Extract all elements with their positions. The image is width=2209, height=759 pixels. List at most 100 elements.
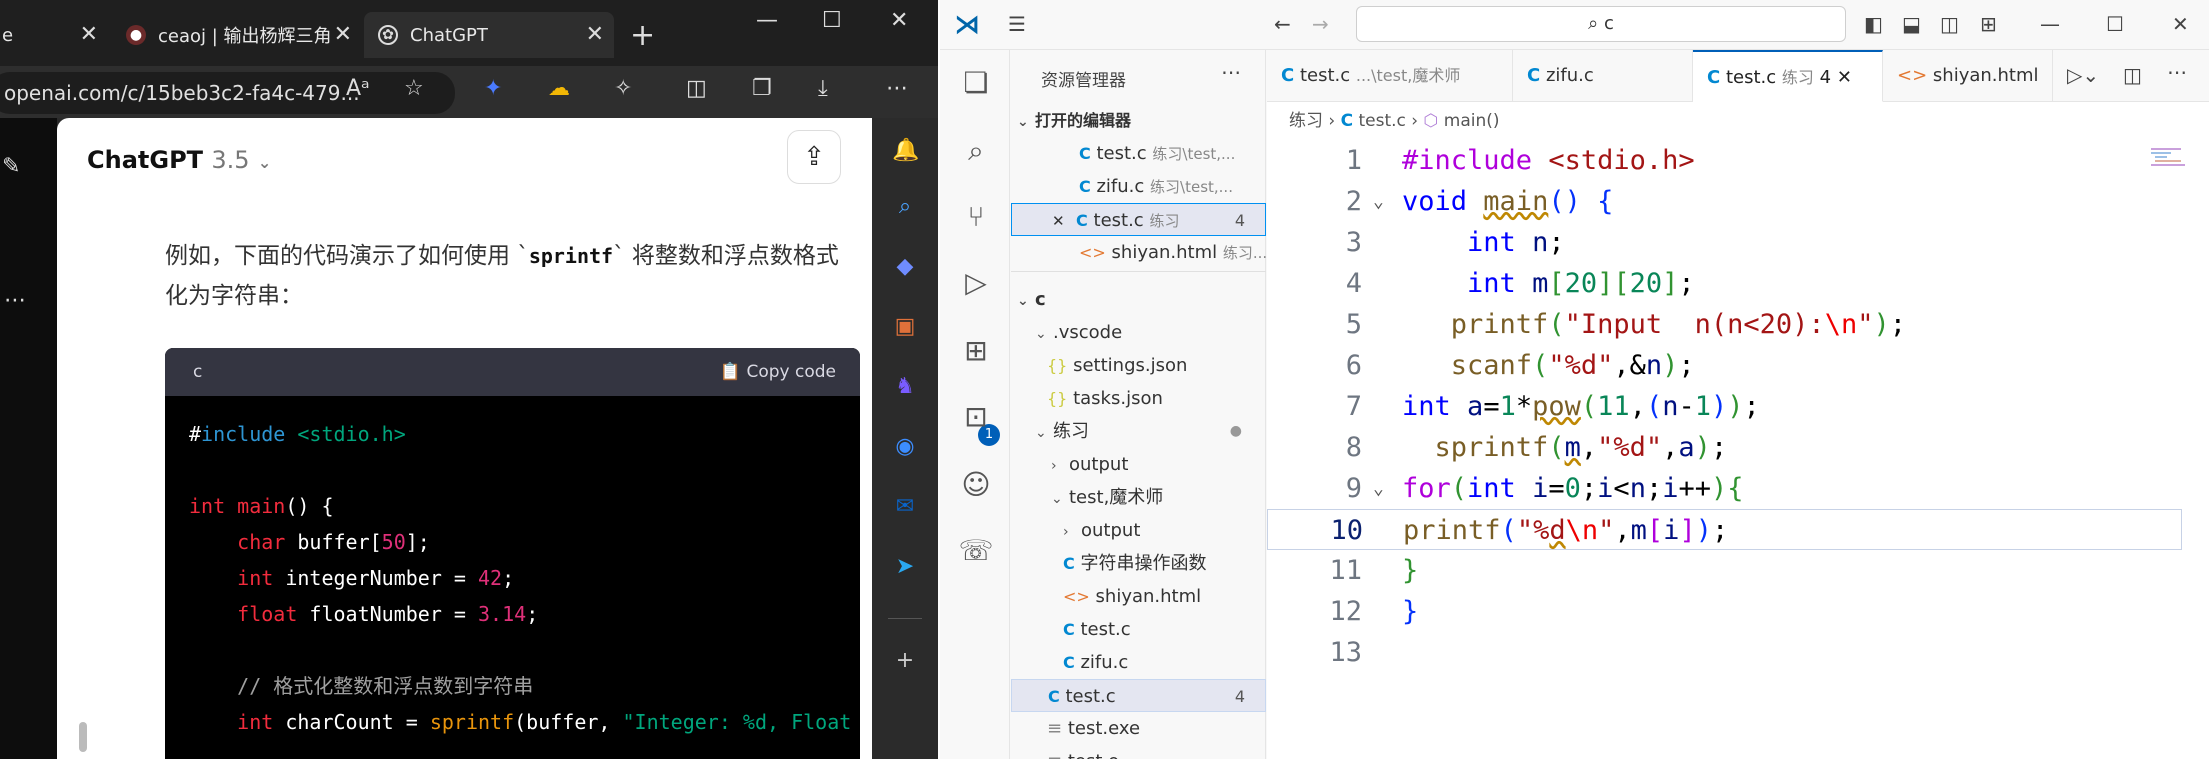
command-search-input[interactable]: ⌕ c bbox=[1356, 6, 1846, 42]
open-editors-header[interactable]: ⌄ 打开的编辑器 bbox=[1011, 104, 1266, 137]
open-editor-item-active[interactable]: ✕ C test.c 练习 4 bbox=[1011, 203, 1266, 236]
c-file-icon: C bbox=[1079, 144, 1091, 163]
tree-folder[interactable]: ⌄ .vscode bbox=[1011, 316, 1266, 349]
model-selector[interactable]: ChatGPT 3.5 ⌄ bbox=[87, 146, 271, 174]
code-language: c bbox=[193, 362, 203, 382]
code-editor[interactable]: 1 #include <stdio.h> 2 ⌄ void main() { 3 in… bbox=[1267, 140, 2209, 759]
send-icon[interactable]: ➤ bbox=[892, 554, 918, 580]
close-icon[interactable]: ✕ bbox=[1837, 67, 1852, 88]
close-icon[interactable]: ✕ bbox=[1052, 212, 1065, 230]
search-icon[interactable]: ⌕ bbox=[958, 134, 994, 170]
forward-arrow-icon[interactable]: → bbox=[1312, 12, 1329, 36]
tag-icon[interactable]: ◆ bbox=[892, 254, 918, 280]
collections-icon[interactable]: ❐ bbox=[752, 76, 772, 101]
browser-tab-1[interactable]: e ✕ bbox=[0, 12, 108, 58]
explorer-icon[interactable]: ❏ bbox=[958, 66, 994, 102]
tree-file-selected[interactable]: C test.c 4 bbox=[1011, 679, 1266, 712]
extensions-puzzle-icon[interactable]: ✧ bbox=[614, 76, 632, 101]
customize-layout-icon[interactable]: ⊞ bbox=[1980, 12, 1997, 36]
search-icon[interactable]: ⌕ bbox=[892, 194, 918, 220]
extension-bird-icon[interactable]: ✦ bbox=[484, 76, 502, 101]
fold-chevron-icon[interactable]: ⌄ bbox=[1373, 468, 1384, 509]
breadcrumb-folder[interactable]: 练习 bbox=[1289, 111, 1323, 131]
bell-icon[interactable]: 🔔 bbox=[892, 138, 919, 164]
maximize-icon[interactable]: ☐ bbox=[822, 8, 842, 33]
breadcrumb-symbol[interactable]: main() bbox=[1444, 111, 1500, 131]
extensions-icon[interactable]: ⊞ bbox=[958, 334, 994, 370]
url-input[interactable]: openai.com/c/15beb3c2-fa4c-479... bbox=[0, 72, 455, 114]
chatgpt-favicon-icon: ✿ bbox=[378, 25, 398, 45]
tree-file[interactable]: {} tasks.json bbox=[1011, 382, 1266, 415]
chat-icon[interactable]: ☏ bbox=[958, 534, 994, 570]
item-name: 练习 bbox=[1053, 421, 1089, 442]
toggle-secondary-sidebar-icon[interactable]: ◫ bbox=[1940, 12, 1959, 36]
close-icon[interactable]: ✕ bbox=[80, 22, 98, 47]
chevron-down-icon: ⌄ bbox=[1035, 425, 1047, 441]
more-menu-icon[interactable]: ⋯ bbox=[886, 76, 908, 101]
more-actions-icon[interactable]: ⋯ bbox=[2167, 60, 2187, 84]
close-window-icon[interactable]: ✕ bbox=[2172, 12, 2189, 36]
copilot-bot-icon[interactable]: ☺ bbox=[958, 468, 994, 504]
tree-file[interactable]: C test.c bbox=[1011, 613, 1266, 646]
split-screen-icon[interactable]: ◫ bbox=[686, 76, 707, 101]
editor-tab-active[interactable]: C test.c 练习 4 ✕ bbox=[1693, 50, 1883, 102]
toggle-sidebar-icon[interactable]: ◧ bbox=[1864, 12, 1883, 36]
new-chat-icon[interactable]: ✎ bbox=[2, 154, 20, 179]
editor-tab[interactable]: C test.c ...\test,魔术师 bbox=[1267, 50, 1513, 102]
maximize-icon[interactable]: ☐ bbox=[2106, 12, 2124, 36]
close-icon[interactable]: ✕ bbox=[334, 22, 352, 47]
more-actions-icon[interactable]: ⋯ bbox=[1221, 60, 1241, 84]
tree-folder[interactable]: › output bbox=[1011, 514, 1266, 547]
explorer-title: 资源管理器 bbox=[1041, 71, 1126, 91]
favorite-star-icon[interactable]: ☆ bbox=[404, 76, 424, 101]
back-arrow-icon[interactable]: ← bbox=[1274, 12, 1291, 36]
browser-tab-2[interactable]: ● ceaoj | 输出杨辉三角 ✕ bbox=[112, 12, 362, 58]
chat-scrollbar[interactable] bbox=[79, 722, 87, 752]
share-button[interactable]: ⇪ bbox=[787, 130, 841, 184]
new-tab-icon[interactable]: + bbox=[630, 18, 655, 53]
open-editor-item[interactable]: C zifu.c 练习\test,... bbox=[1011, 170, 1266, 203]
folder-header[interactable]: ⌄ c bbox=[1011, 283, 1266, 316]
tree-file[interactable]: ≡ test.exe bbox=[1011, 712, 1266, 745]
add-icon[interactable]: + bbox=[892, 648, 918, 674]
copilot-icon[interactable]: ◉ bbox=[892, 434, 918, 460]
code-block-header: c 📋 Copy code bbox=[165, 348, 860, 396]
tree-folder[interactable]: › output bbox=[1011, 448, 1266, 481]
menu-icon[interactable]: ☰ bbox=[1008, 12, 1026, 36]
tree-file[interactable]: ≡ test.o bbox=[1011, 745, 1266, 759]
games-icon[interactable]: ♞ bbox=[892, 374, 918, 400]
more-options-icon[interactable]: ⋯ bbox=[4, 288, 26, 313]
outlook-icon[interactable]: ✉ bbox=[892, 494, 918, 520]
toggle-panel-icon[interactable]: ⬓ bbox=[1902, 12, 1921, 36]
split-editor-icon[interactable]: ◫ bbox=[2123, 63, 2142, 87]
item-name: zifu.c bbox=[1080, 652, 1129, 673]
minimize-icon[interactable]: — bbox=[756, 8, 778, 33]
extension-cloud-icon[interactable]: ☁ bbox=[548, 76, 570, 101]
copy-code-button[interactable]: 📋 Copy code bbox=[720, 362, 836, 382]
toolbox-icon[interactable]: ▣ bbox=[892, 314, 918, 340]
run-debug-icon[interactable]: ▷ bbox=[958, 266, 994, 302]
open-editor-item[interactable]: <> shiyan.html 练习... bbox=[1011, 236, 1266, 269]
browser-tab-chatgpt[interactable]: ✿ ChatGPT ✕ bbox=[364, 12, 614, 58]
tree-file[interactable]: C zifu.c bbox=[1011, 646, 1266, 679]
close-icon[interactable]: ✕ bbox=[586, 22, 604, 47]
open-editor-item[interactable]: C test.c 练习\test,... bbox=[1011, 137, 1266, 170]
run-icon[interactable]: ▷⌄ bbox=[2067, 63, 2099, 87]
tree-file[interactable]: {} settings.json bbox=[1011, 349, 1266, 382]
close-window-icon[interactable]: ✕ bbox=[890, 8, 908, 33]
download-icon[interactable]: ⤓ bbox=[818, 76, 828, 101]
tree-folder[interactable]: ⌄ test,魔术师 bbox=[1011, 481, 1266, 514]
modified-dot-icon: ● bbox=[1229, 423, 1242, 439]
breadcrumb-file[interactable]: test.c bbox=[1359, 111, 1406, 131]
read-aloud-icon[interactable]: Aᵃ bbox=[346, 76, 370, 101]
tree-folder[interactable]: ⌄ 练习 ● bbox=[1011, 415, 1266, 448]
tree-file[interactable]: <> shiyan.html bbox=[1011, 580, 1266, 613]
editor-tab[interactable]: C zifu.c bbox=[1513, 50, 1693, 102]
editor-tab[interactable]: <> shiyan.html bbox=[1883, 50, 2053, 102]
minimize-icon[interactable]: — bbox=[2040, 12, 2060, 36]
tree-file[interactable]: C 字符串操作函数 bbox=[1011, 547, 1266, 580]
vscode-titlebar: ⋊ ☰ ← → ⌕ c ◧ ⬓ ◫ ⊞ — ☐ ✕ bbox=[940, 0, 2209, 50]
source-control-icon[interactable]: ⑂ bbox=[958, 200, 994, 236]
fold-chevron-icon[interactable]: ⌄ bbox=[1373, 181, 1384, 222]
remote-explorer-icon[interactable]: ⊡ bbox=[958, 400, 994, 436]
